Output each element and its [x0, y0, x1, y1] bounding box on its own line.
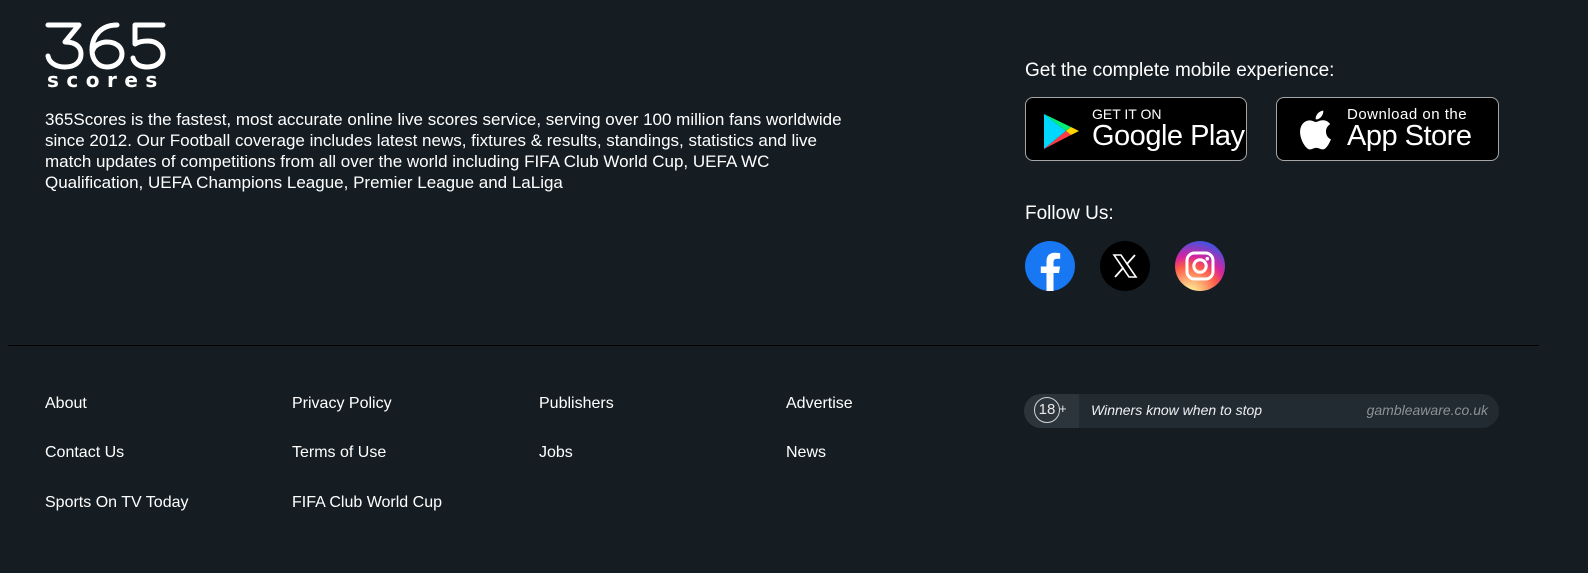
- instagram-link[interactable]: [1175, 241, 1225, 291]
- x-link[interactable]: [1100, 241, 1150, 291]
- gamble-slogan: Winners know when to stop: [1091, 402, 1263, 418]
- app-store-big-text: App Store: [1347, 120, 1472, 152]
- footer-link-fifa-club-world-cup[interactable]: FIFA Club World Cup: [292, 494, 442, 512]
- footer-divider: [8, 345, 1539, 346]
- google-play-big-text: Google Play: [1092, 120, 1245, 152]
- gamble-aware-banner[interactable]: 18 + Winners know when to stop gambleawa…: [1024, 394, 1499, 428]
- footer-link-jobs[interactable]: Jobs: [539, 444, 573, 462]
- follow-title: Follow Us:: [1025, 203, 1114, 224]
- gamble-aware-site: gambleaware.co.uk: [1366, 402, 1488, 418]
- footer-link-news[interactable]: News: [786, 444, 826, 462]
- google-play-icon: [1038, 110, 1082, 157]
- footer-link-sports-on-tv[interactable]: Sports On TV Today: [45, 494, 188, 512]
- footer-link-about[interactable]: About: [45, 395, 87, 413]
- footer-link-publishers[interactable]: Publishers: [539, 395, 614, 413]
- instagram-icon: [1185, 251, 1215, 281]
- app-store-button[interactable]: Download on the App Store: [1276, 97, 1499, 161]
- footer-link-contact-us[interactable]: Contact Us: [45, 444, 124, 462]
- facebook-link[interactable]: [1025, 241, 1075, 291]
- footer-link-advertise[interactable]: Advertise: [786, 395, 853, 413]
- site-logo[interactable]: scores: [45, 20, 167, 90]
- site-description: 365Scores is the fastest, most accurate …: [45, 110, 842, 192]
- mobile-title: Get the complete mobile experience:: [1025, 60, 1335, 81]
- google-play-button[interactable]: GET IT ON Google Play: [1025, 97, 1247, 161]
- age-restriction-badge: 18: [1034, 397, 1060, 423]
- footer-link-privacy-policy[interactable]: Privacy Policy: [292, 395, 392, 413]
- logo-word: scores: [47, 68, 165, 92]
- facebook-icon: [1040, 252, 1061, 291]
- x-icon: [1112, 254, 1138, 278]
- age-plus-sign: +: [1059, 401, 1067, 416]
- logo-mark: [45, 22, 166, 70]
- footer-link-terms-of-use[interactable]: Terms of Use: [292, 444, 386, 462]
- apple-icon: [1295, 108, 1333, 157]
